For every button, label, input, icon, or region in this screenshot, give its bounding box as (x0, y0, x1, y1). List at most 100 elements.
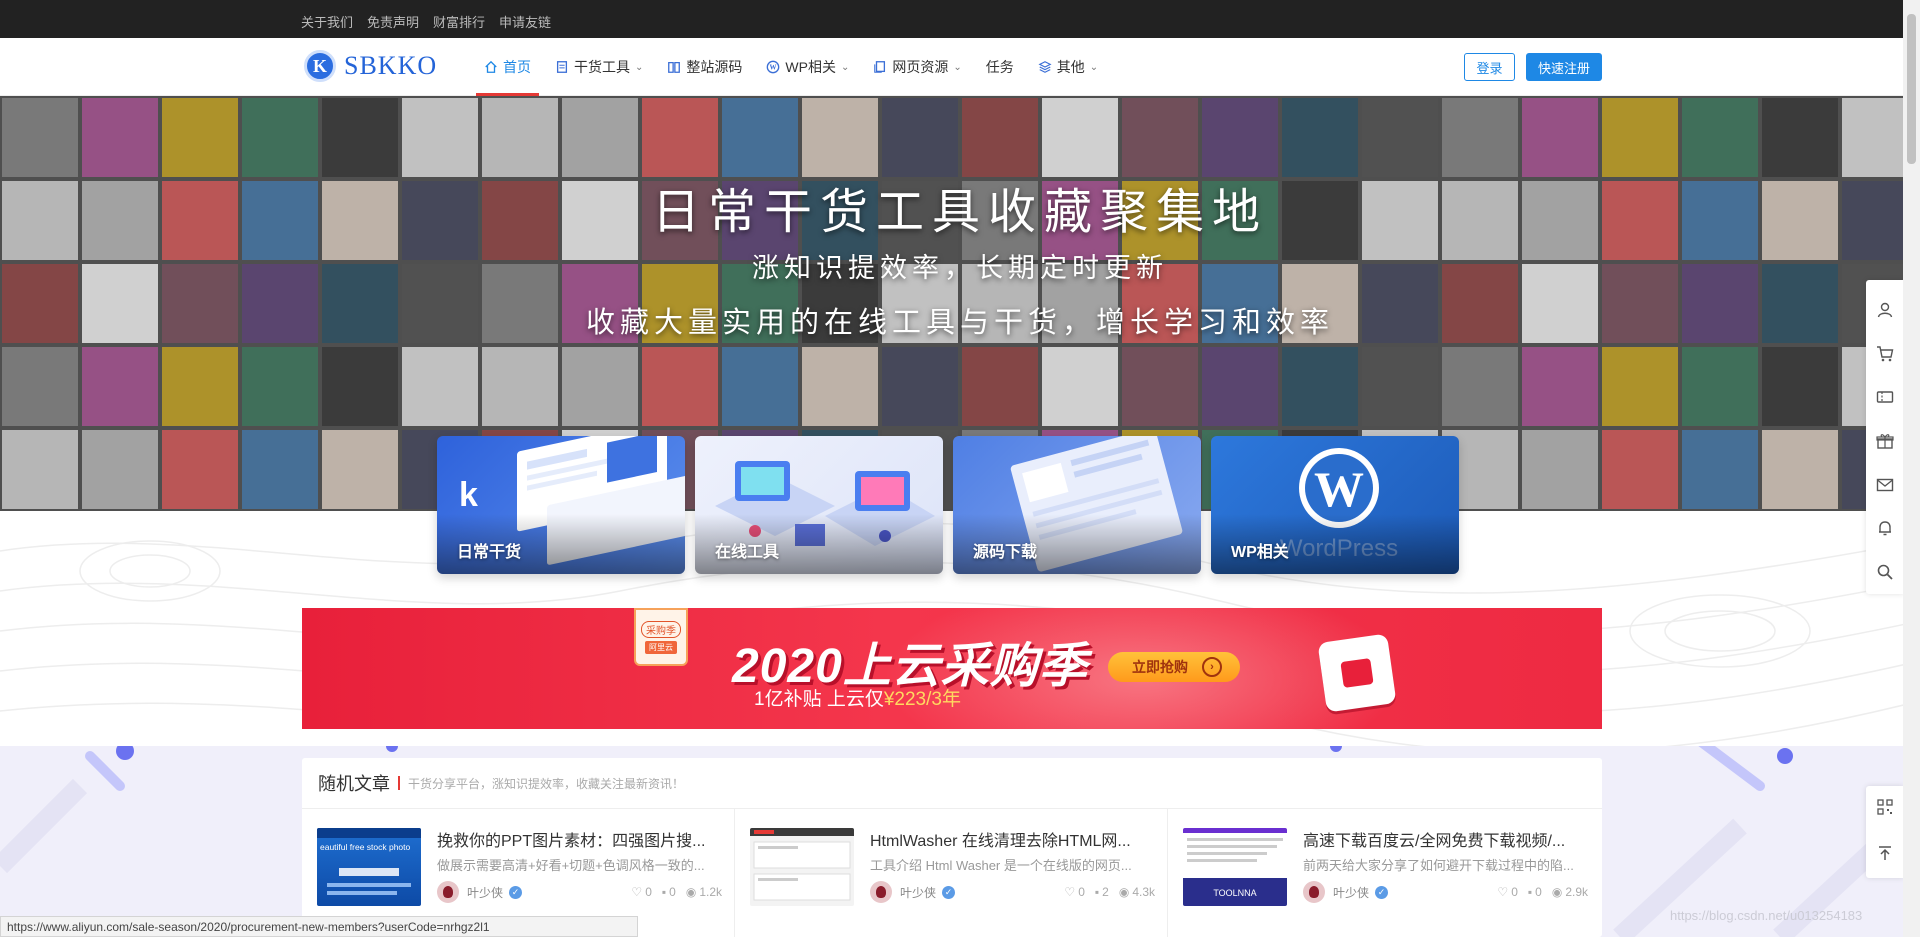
article-thumbnail[interactable]: TOOLNNA (1183, 828, 1287, 906)
verified-icon: ✓ (942, 885, 956, 899)
chevron-down-icon: ⌄ (635, 61, 644, 73)
comment-count: ▪ 0 (1527, 885, 1542, 899)
card-label: 源码下载 (973, 544, 1038, 561)
article-thumbnail[interactable]: eautiful free stock photo (317, 828, 421, 906)
avatar[interactable] (1303, 881, 1325, 903)
ad-banner[interactable]: 采购季 阿里云 2020上云采购季 1亿补贴 上云仅¥223/3年 立即抢购 › (302, 608, 1602, 729)
nav-label: 其他 (1056, 59, 1085, 75)
eye-icon: ◉ (685, 885, 697, 899)
article-thumbnail[interactable] (750, 828, 854, 906)
article-title[interactable]: 高速下载百度云/全网免费下载视频/... (1303, 827, 1593, 851)
bell-icon[interactable] (1866, 507, 1904, 551)
article-meta: 叶少侠 ✓ ♡ 0 ▪ 0 ◉ 2.9k (1303, 881, 1588, 903)
comment-count: ▪ 0 (661, 885, 676, 899)
hero-subtitle: 涨知识提效率，长期定时更新 (752, 253, 1168, 284)
link-status-url: https://www.aliyun.com/sale-season/2020/… (0, 916, 638, 937)
floating-toolbar (1866, 280, 1904, 594)
article-meta: 叶少侠 ✓ ♡ 0 ▪ 2 ◉ 4.3k (870, 881, 1155, 903)
login-button[interactable]: 登录 (1464, 53, 1515, 81)
document-icon (556, 61, 568, 73)
search-icon[interactable] (1866, 550, 1904, 594)
view-count: ◉ 4.3k (1118, 885, 1155, 899)
qrcode-icon[interactable] (1876, 798, 1894, 821)
user-icon[interactable] (1866, 288, 1904, 332)
article-excerpt: 做展示需要高清+好看+切题+色调风格一致的... (437, 858, 705, 873)
verified-icon: ✓ (1375, 885, 1389, 899)
svg-text:TOOLNNA: TOOLNNA (1213, 888, 1256, 898)
comment-icon: ▪ (1094, 885, 1100, 899)
topbar-link-ranking[interactable]: 财富排行 (433, 12, 485, 31)
nav-item-tasks[interactable]: 任务 (974, 38, 1026, 96)
home-icon (485, 60, 497, 73)
chevron-down-icon: ⌄ (1089, 61, 1099, 73)
article-meta: 叶少侠 ✓ ♡ 0 ▪ 0 ◉ 1.2k (437, 881, 722, 903)
ad-badge: 采购季 阿里云 (634, 608, 688, 666)
author-name[interactable]: 叶少侠 (467, 884, 503, 901)
floating-toolbar-bottom (1866, 786, 1904, 878)
ad-subtitle: 1亿补贴 上云仅¥223/3年 (754, 689, 961, 710)
gift-icon[interactable] (1866, 419, 1904, 463)
comment-icon: ▪ (661, 885, 667, 899)
logo-badge: K (304, 50, 336, 82)
like-count: ♡ 0 (1064, 885, 1085, 899)
card-label: WP相关 (1231, 544, 1289, 561)
topbar-link-disclaimer[interactable]: 免责声明 (367, 12, 419, 31)
section-title: 随机文章 (318, 774, 390, 794)
article-excerpt: 前两天给大家分享了如何避开下载过程中的陷... (1303, 858, 1574, 873)
card-online-tools[interactable]: 在线工具 (695, 436, 943, 574)
comment-count: ▪ 2 (1094, 885, 1109, 899)
article-excerpt: 工具介绍 Html Washer 是一个在线版的网页... (870, 858, 1132, 873)
article-title[interactable]: 挽救你的PPT图片素材：四强图片搜... (437, 827, 727, 851)
chevron-down-icon: ⌄ (953, 61, 962, 73)
nav-label: 首页 (503, 59, 531, 75)
ticket-icon[interactable] (1866, 375, 1904, 419)
card-daily-goods[interactable]: k 日常干货 (437, 436, 685, 574)
card-wp-related[interactable]: W WordPress WP相关 (1211, 436, 1459, 574)
svg-text:eautiful free stock photo: eautiful free stock photo (320, 842, 411, 852)
nav-item-tools[interactable]: 干货工具 ⌄ (543, 38, 655, 96)
site-logo[interactable]: K SBKKO (304, 50, 437, 82)
category-cards: k 日常干货 在线工具 源码下载 W WP相关 (437, 436, 1459, 574)
nav-item-source[interactable]: 整站源码 (655, 38, 754, 96)
copy-icon (874, 61, 886, 73)
chevron-down-icon: ⌄ (840, 61, 850, 73)
topbar-link-about[interactable]: 关于我们 (301, 12, 353, 31)
heart-icon: ♡ (631, 885, 643, 899)
wordpress-icon: W (767, 60, 780, 74)
back-to-top-icon[interactable] (1876, 844, 1894, 867)
avatar[interactable] (870, 881, 892, 903)
top-bar: 关于我们 免责声明 财富排行 申请友链 (0, 0, 1920, 38)
nav-label: 网页资源 (892, 59, 949, 75)
heart-icon: ♡ (1064, 885, 1076, 899)
nav-item-other[interactable]: 其他 ⌄ (1026, 38, 1110, 96)
nav-label: 整站源码 (686, 59, 743, 75)
author-name[interactable]: 叶少侠 (1333, 884, 1369, 901)
nav-label: 干货工具 (574, 59, 630, 75)
article-card[interactable]: HtmlWasher 在线清理去除HTML网... 工具介绍 Html Wash… (735, 809, 1168, 937)
article-card[interactable]: TOOLNNA 高速下载百度云/全网免费下载视频/... 前两天给大家分享了如何… (1168, 809, 1601, 937)
author-name[interactable]: 叶少侠 (900, 884, 936, 901)
site-header: K SBKKO 首页 干货工具 ⌄ 整站源码 W WP相关 ⌄ 网页资源 ⌄ 任… (0, 38, 1920, 96)
cart-icon[interactable] (1866, 332, 1904, 376)
svg-text:W: W (770, 64, 777, 72)
nav-item-home[interactable]: 首页 (472, 38, 543, 96)
card-label: 在线工具 (715, 544, 780, 561)
verified-icon: ✓ (509, 885, 523, 899)
logo-text: SBKKO (344, 51, 438, 80)
article-title[interactable]: HtmlWasher 在线清理去除HTML网... (870, 827, 1160, 851)
mail-icon[interactable] (1866, 463, 1904, 507)
like-count: ♡ 0 (631, 885, 652, 899)
avatar[interactable] (437, 881, 459, 903)
watermark: https://blog.csdn.net/u013254183 (1670, 908, 1863, 923)
topbar-link-friend-links[interactable]: 申请友链 (499, 12, 551, 31)
scrollbar-thumb[interactable] (1907, 14, 1916, 164)
card-source-download[interactable]: 源码下载 (953, 436, 1201, 574)
nav-item-wp[interactable]: W WP相关 ⌄ (754, 38, 861, 96)
nav-label: 任务 (985, 59, 1014, 75)
register-button[interactable]: 快速注册 (1526, 53, 1602, 81)
ad-buy-button[interactable]: 立即抢购 › (1108, 652, 1240, 682)
nav-item-resources[interactable]: 网页资源 ⌄ (861, 38, 973, 96)
hero-title: 日常干货工具收藏聚集地 (651, 184, 1268, 240)
chevron-right-icon: › (1202, 657, 1222, 677)
page-scrollbar[interactable] (1903, 0, 1920, 937)
